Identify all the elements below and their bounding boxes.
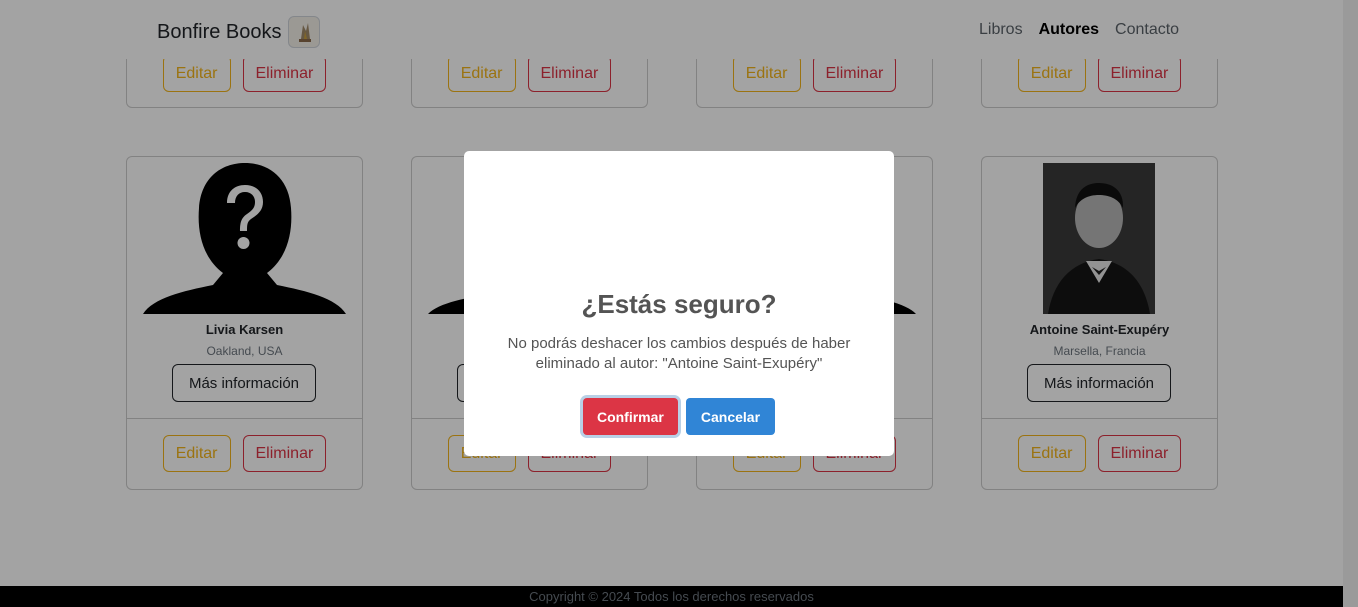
cancel-button[interactable]: Cancelar bbox=[685, 398, 776, 435]
confirm-button[interactable]: Confirmar bbox=[582, 398, 678, 435]
confirm-delete-dialog: ¿Estás seguro? No podrás deshacer los ca… bbox=[464, 151, 894, 456]
dialog-title: ¿Estás seguro? bbox=[581, 289, 777, 319]
dialog-message: No podrás deshacer los cambios después d… bbox=[507, 335, 851, 372]
